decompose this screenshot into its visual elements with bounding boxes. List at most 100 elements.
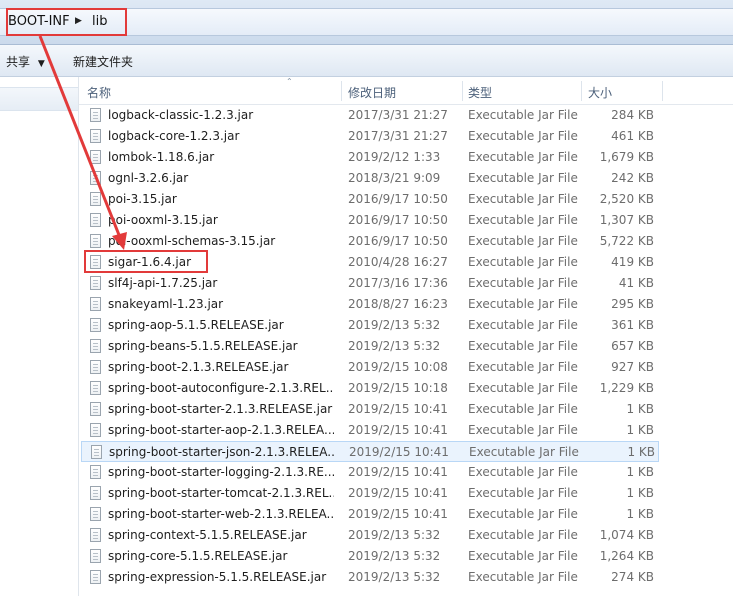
jar-file-icon (91, 445, 102, 459)
file-date: 2019/2/15 10:41 (348, 465, 448, 479)
file-date: 2017/3/16 17:36 (348, 276, 448, 290)
file-type: Executable Jar File (468, 507, 578, 521)
file-size: 1 KB (626, 465, 654, 479)
column-header-type[interactable]: 类型 (468, 84, 492, 101)
file-row[interactable]: logback-core-1.2.3.jar 2017/3/31 21:27 Exe… (81, 126, 659, 147)
file-row[interactable]: logback-classic-1.2.3.jar 2017/3/31 21:27… (81, 105, 659, 126)
file-type: Executable Jar File (468, 150, 578, 164)
file-date: 2010/4/28 16:27 (348, 255, 448, 269)
file-date: 2019/2/13 5:32 (348, 549, 441, 563)
file-row[interactable]: spring-boot-starter-web-2.1.3.RELEA... 20… (81, 504, 659, 525)
file-date: 2019/2/15 10:18 (348, 381, 448, 395)
jar-file-icon (90, 486, 101, 500)
file-name: snakeyaml-1.23.jar (108, 297, 224, 311)
file-name: spring-aop-5.1.5.RELEASE.jar (108, 318, 284, 332)
share-button[interactable]: 共享 ▼ (6, 53, 45, 70)
file-type: Executable Jar File (468, 465, 578, 479)
file-size: 1 KB (626, 486, 654, 500)
navigation-pane[interactable] (0, 77, 78, 596)
file-row[interactable]: snakeyaml-1.23.jar 2018/8/27 16:23 Executa… (81, 294, 659, 315)
file-date: 2019/2/12 1:33 (348, 150, 441, 164)
file-row[interactable]: spring-context-5.1.5.RELEASE.jar 2019/2/1… (81, 525, 659, 546)
file-name: poi-ooxml-3.15.jar (108, 213, 218, 227)
column-header-bar: ⌃ 名称 修改日期 类型 大小 (79, 77, 733, 105)
file-size: 927 KB (611, 360, 654, 374)
file-row[interactable]: lombok-1.18.6.jar 2019/2/12 1:33 Executabl… (81, 147, 659, 168)
file-row[interactable]: spring-boot-starter-aop-2.1.3.RELEA... 20… (81, 420, 659, 441)
command-bar: 共享 ▼ 新建文件夹 (0, 45, 733, 77)
jar-file-icon (90, 234, 101, 248)
file-list[interactable]: logback-classic-1.2.3.jar 2017/3/31 21:27… (79, 105, 733, 596)
jar-file-icon (90, 339, 101, 353)
file-type: Executable Jar File (468, 402, 578, 416)
column-divider[interactable] (462, 81, 463, 101)
file-row[interactable]: poi-3.15.jar 2016/9/17 10:50 Executable Ja… (81, 189, 659, 210)
file-name: spring-boot-starter-web-2.1.3.RELEA... (108, 507, 334, 521)
file-row[interactable]: spring-expression-5.1.5.RELEASE.jar 2019/… (81, 567, 659, 588)
new-folder-button[interactable]: 新建文件夹 (73, 53, 133, 70)
file-type: Executable Jar File (468, 381, 578, 395)
file-type: Executable Jar File (468, 339, 578, 353)
file-type: Executable Jar File (468, 234, 578, 248)
file-size: 1 KB (627, 445, 655, 459)
file-name: logback-classic-1.2.3.jar (108, 108, 254, 122)
file-name: lombok-1.18.6.jar (108, 150, 215, 164)
column-header-size[interactable]: 大小 (588, 84, 612, 101)
file-date: 2017/3/31 21:27 (348, 129, 448, 143)
file-row[interactable]: spring-core-5.1.5.RELEASE.jar 2019/2/13 5… (81, 546, 659, 567)
file-size: 1,307 KB (599, 213, 654, 227)
file-name: spring-boot-starter-logging-2.1.3.RE... (108, 465, 334, 479)
file-row[interactable]: slf4j-api-1.7.25.jar 2017/3/16 17:36 Execu… (81, 273, 659, 294)
file-date: 2019/2/13 5:32 (348, 339, 441, 353)
jar-file-icon (90, 297, 101, 311)
column-divider[interactable] (581, 81, 582, 101)
file-row-selected[interactable]: spring-boot-starter-json-2.1.3.RELEA... 2… (81, 441, 659, 462)
file-name: spring-boot-2.1.3.RELEASE.jar (108, 360, 289, 374)
file-type: Executable Jar File (468, 570, 578, 584)
file-type: Executable Jar File (468, 318, 578, 332)
file-row[interactable]: spring-aop-5.1.5.RELEASE.jar 2019/2/13 5:… (81, 315, 659, 336)
file-name: slf4j-api-1.7.25.jar (108, 276, 218, 290)
file-row[interactable]: poi-ooxml-schemas-3.15.jar 2016/9/17 10:5… (81, 231, 659, 252)
file-row[interactable]: spring-boot-starter-2.1.3.RELEASE.jar 201… (81, 399, 659, 420)
file-row[interactable]: spring-boot-autoconfigure-2.1.3.REL... 20… (81, 378, 659, 399)
column-divider[interactable] (341, 81, 342, 101)
file-row[interactable]: spring-boot-starter-logging-2.1.3.RE... 2… (81, 462, 659, 483)
file-row[interactable]: spring-boot-starter-tomcat-2.1.3.REL... 2… (81, 483, 659, 504)
column-divider[interactable] (662, 81, 663, 101)
file-row[interactable]: spring-beans-5.1.5.RELEASE.jar 2019/2/13 … (81, 336, 659, 357)
file-row[interactable]: poi-ooxml-3.15.jar 2016/9/17 10:50 Executa… (81, 210, 659, 231)
file-size: 1,264 KB (599, 549, 654, 563)
file-size: 2,520 KB (599, 192, 654, 206)
file-row[interactable]: spring-boot-2.1.3.RELEASE.jar 2019/2/15 1… (81, 357, 659, 378)
file-date: 2019/2/15 10:41 (348, 423, 448, 437)
file-type: Executable Jar File (468, 108, 578, 122)
jar-file-icon (90, 465, 101, 479)
file-date: 2019/2/13 5:32 (348, 318, 441, 332)
file-row[interactable]: ognl-3.2.6.jar 2018/3/21 9:09 Executable J… (81, 168, 659, 189)
file-size: 1,074 KB (599, 528, 654, 542)
column-header-name[interactable]: 名称 (87, 84, 111, 101)
jar-file-icon (90, 192, 101, 206)
file-size: 274 KB (611, 570, 654, 584)
file-date: 2016/9/17 10:50 (348, 213, 448, 227)
file-size: 295 KB (611, 297, 654, 311)
jar-file-icon (90, 507, 101, 521)
file-type: Executable Jar File (468, 171, 578, 185)
file-date: 2019/2/15 10:41 (348, 507, 448, 521)
nav-item[interactable] (0, 87, 78, 111)
file-size: 41 KB (618, 276, 654, 290)
file-date: 2019/2/15 10:08 (348, 360, 448, 374)
column-header-date[interactable]: 修改日期 (348, 84, 396, 101)
jar-file-icon (90, 213, 101, 227)
jar-file-icon (90, 318, 101, 332)
jar-file-icon (90, 381, 101, 395)
file-type: Executable Jar File (468, 213, 578, 227)
file-date: 2019/2/13 5:32 (348, 528, 441, 542)
file-date: 2017/3/31 21:27 (348, 108, 448, 122)
file-type: Executable Jar File (469, 445, 579, 459)
file-date: 2019/2/15 10:41 (348, 402, 448, 416)
file-name: logback-core-1.2.3.jar (108, 129, 240, 143)
file-size: 284 KB (611, 108, 654, 122)
jar-file-icon (90, 360, 101, 374)
